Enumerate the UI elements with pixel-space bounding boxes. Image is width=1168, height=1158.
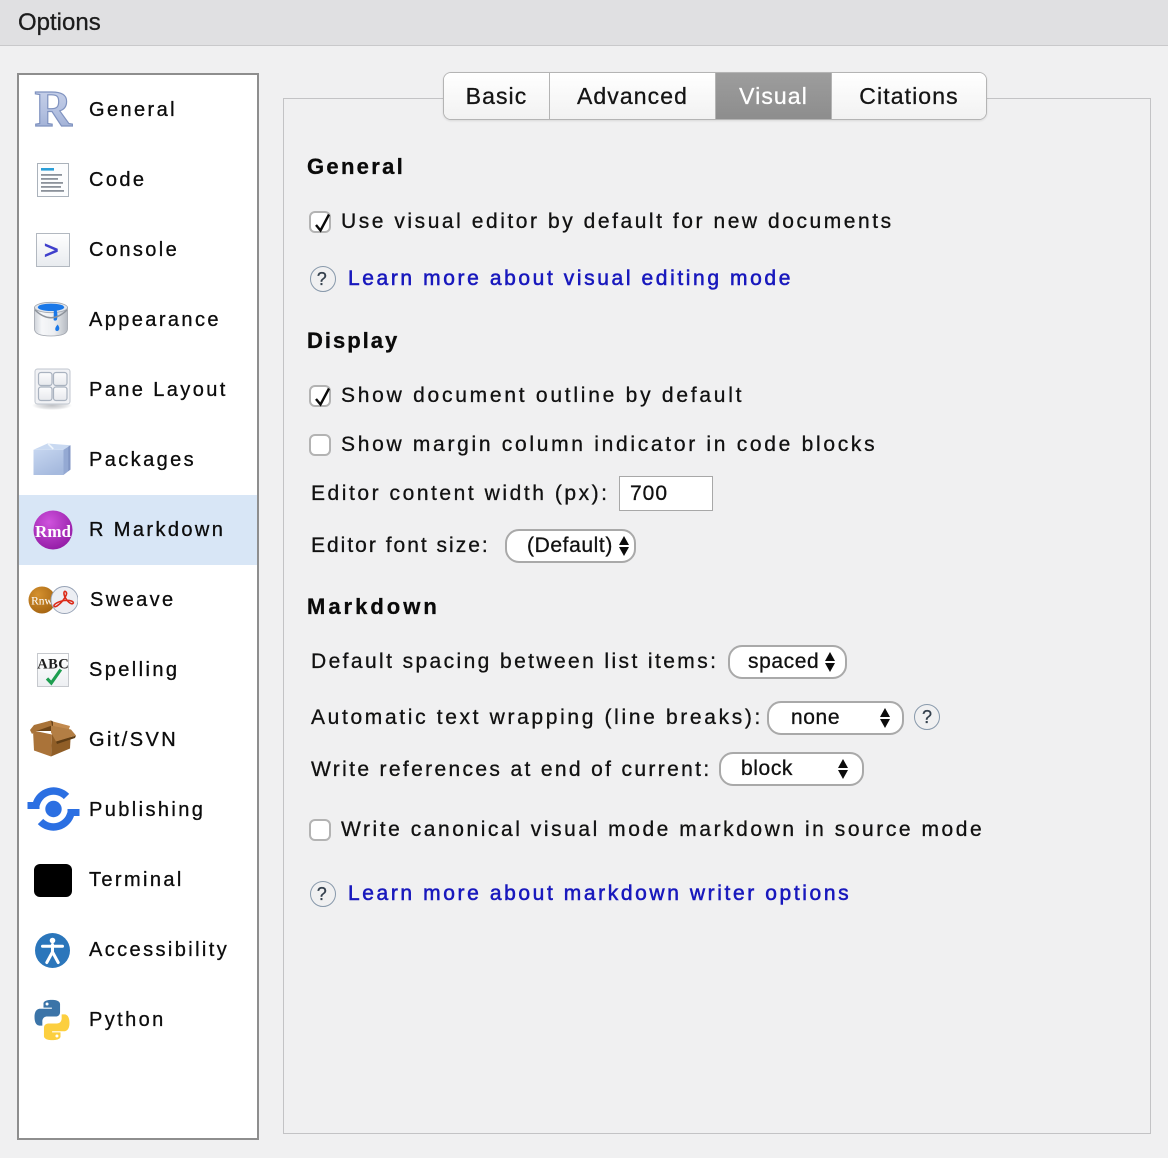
svg-text:Rmd: Rmd (35, 522, 71, 541)
svg-text:Rnw: Rnw (31, 596, 53, 608)
svg-text:ABC: ABC (37, 657, 69, 673)
svg-text:>: > (44, 237, 59, 265)
svg-text:R: R (35, 85, 74, 133)
